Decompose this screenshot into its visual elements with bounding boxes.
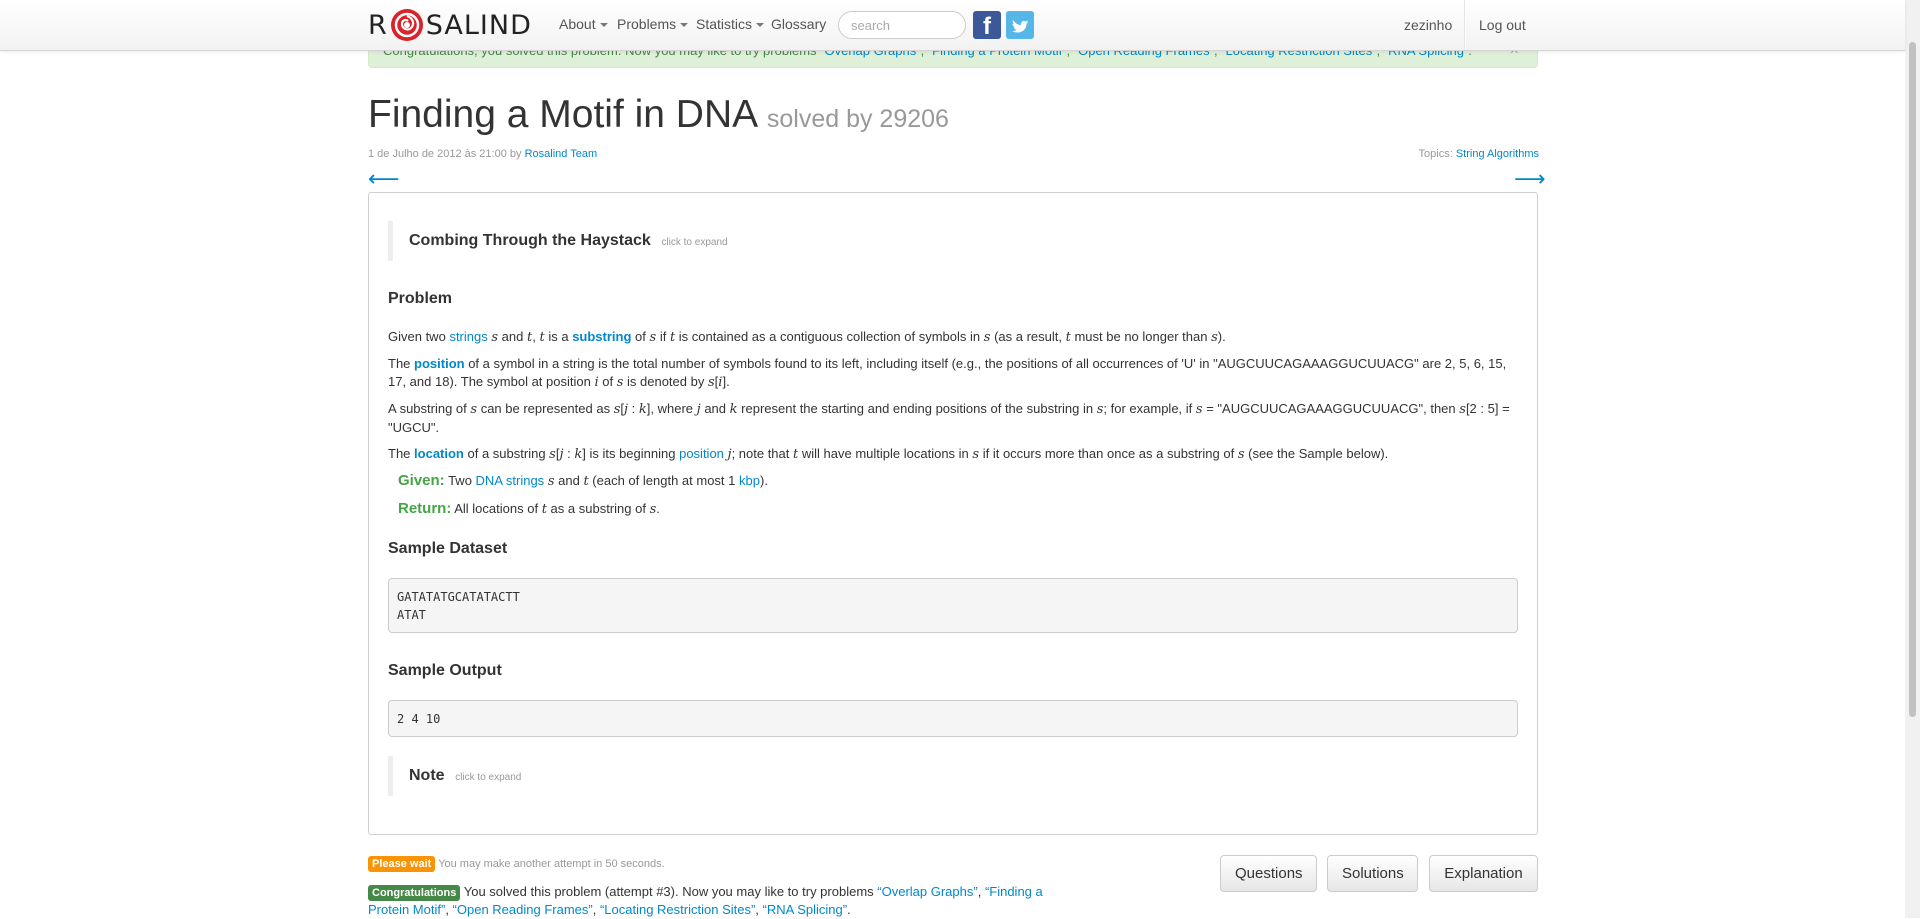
topic-link[interactable]: String Algorithms xyxy=(1456,148,1539,160)
nav-problems[interactable]: Problems xyxy=(617,16,689,32)
problem-paragraph-3: A substring of s can be represented as s… xyxy=(388,401,1510,435)
solutions-button[interactable]: Solutions xyxy=(1327,855,1418,892)
prev-problem-arrow-icon[interactable]: ⟵ xyxy=(368,166,400,192)
sample-output-block: 2 4 10 xyxy=(388,700,1518,737)
next-problem-link[interactable]: “Open Reading Frames” xyxy=(453,902,593,917)
nav-divider xyxy=(1464,0,1466,50)
next-problem-arrow-icon[interactable]: ⟶ xyxy=(1514,166,1546,192)
brand-right: SALIND xyxy=(425,9,532,41)
glossary-kbp-link[interactable]: kbp xyxy=(739,473,760,488)
problem-paragraph-1: Given two strings s and t, t is a substr… xyxy=(388,329,1226,345)
solved-count: solved by 29206 xyxy=(766,105,949,133)
glossary-substring-link[interactable]: substring xyxy=(572,329,631,344)
nav-statistics-label: Statistics xyxy=(696,16,753,32)
nav-glossary[interactable]: Glossary xyxy=(771,16,826,32)
page-scrollbar[interactable] xyxy=(1905,0,1920,918)
glossary-strings-link[interactable]: strings xyxy=(449,329,487,344)
expand-hint: click to expand xyxy=(455,772,522,783)
nav-problems-label: Problems xyxy=(617,16,677,32)
problem-meta: 1 de Julho de 2012 às 21:00 by Rosalind … xyxy=(368,148,597,160)
sample-dataset-heading: Sample Dataset xyxy=(388,540,508,557)
page-title: Finding a Motif in DNA solved by 29206 xyxy=(368,93,949,137)
next-problem-link[interactable]: “Locating Restriction Sites” xyxy=(600,902,755,917)
nav-glossary-label: Glossary xyxy=(771,16,827,32)
author-link[interactable]: Rosalind Team xyxy=(525,148,598,160)
expand-hint: click to expand xyxy=(661,237,728,248)
return-line: Return: All locations of t as a substrin… xyxy=(398,500,660,517)
congrats-text: You solved this problem (attempt #3). No… xyxy=(463,884,874,899)
caret-down-icon xyxy=(756,23,765,28)
topics: Topics: String Algorithms xyxy=(1419,148,1539,160)
wait-message: Please wait You may make another attempt… xyxy=(368,856,665,872)
note-title: Note xyxy=(409,767,445,784)
rosalind-logo[interactable]: R SALIND xyxy=(368,7,532,43)
sample-dataset-block: GATATATGCATATACTT ATAT xyxy=(388,578,1518,633)
caret-down-icon xyxy=(680,23,689,28)
user-profile-link[interactable]: zezinho xyxy=(1404,0,1452,50)
caret-down-icon xyxy=(599,23,608,28)
questions-button[interactable]: Questions xyxy=(1220,855,1317,892)
glossary-dna-string-link[interactable]: DNA strings xyxy=(476,473,545,488)
nav-about-label: About xyxy=(559,16,596,32)
topics-label: Topics: xyxy=(1418,148,1453,160)
rosalind-rose-icon xyxy=(390,9,423,41)
return-label: Return: xyxy=(398,500,452,517)
logout-link[interactable]: Log out xyxy=(1479,0,1526,50)
story-title: Combing Through the Haystack xyxy=(409,232,651,249)
facebook-icon[interactable]: f xyxy=(973,11,1001,40)
glossary-position-link[interactable]: position xyxy=(414,356,465,371)
next-problem-link[interactable]: “Overlap Graphs” xyxy=(877,884,977,899)
search-input[interactable] xyxy=(838,11,966,39)
publish-date: 1 de Julho de 2012 às 21:00 by xyxy=(368,148,522,160)
note-collapsible[interactable]: Note click to expand xyxy=(388,756,1539,796)
wait-text: You may make another attempt in 50 secon… xyxy=(438,858,665,870)
congrats-message: Congratulations You solved this problem … xyxy=(368,884,1043,917)
glossary-location-link[interactable]: location xyxy=(414,446,464,461)
story-collapsible[interactable]: Combing Through the Haystack click to ex… xyxy=(388,221,1539,261)
nav-about[interactable]: About xyxy=(559,16,608,32)
next-problem-link[interactable]: “RNA Splicing” xyxy=(763,902,848,917)
problem-paragraph-4: The location of a substring s[j : k] is … xyxy=(388,446,1389,462)
nav-statistics[interactable]: Statistics xyxy=(696,16,765,32)
problem-heading: Problem xyxy=(388,290,453,307)
glossary-position-link-2[interactable]: position xyxy=(679,446,724,461)
brand-left: R xyxy=(368,9,388,41)
problem-box: Combing Through the Haystack click to ex… xyxy=(368,192,1538,835)
twitter-icon[interactable] xyxy=(1006,11,1034,39)
given-label: Given: xyxy=(398,472,445,489)
scrollbar-thumb[interactable] xyxy=(1909,42,1916,717)
sample-output-heading: Sample Output xyxy=(388,662,502,679)
problem-paragraph-2: The position of a symbol in a string is … xyxy=(388,356,1507,390)
problem-title: Finding a Motif in DNA xyxy=(368,93,757,136)
explanation-button[interactable]: Explanation xyxy=(1429,855,1538,892)
top-navbar: R SALIND About Problems Statistics Gloss… xyxy=(0,0,1905,51)
wait-badge: Please wait xyxy=(368,856,436,872)
congrats-badge: Congratulations xyxy=(368,885,461,901)
given-line: Given: Two DNA strings s and t (each of … xyxy=(398,472,768,489)
